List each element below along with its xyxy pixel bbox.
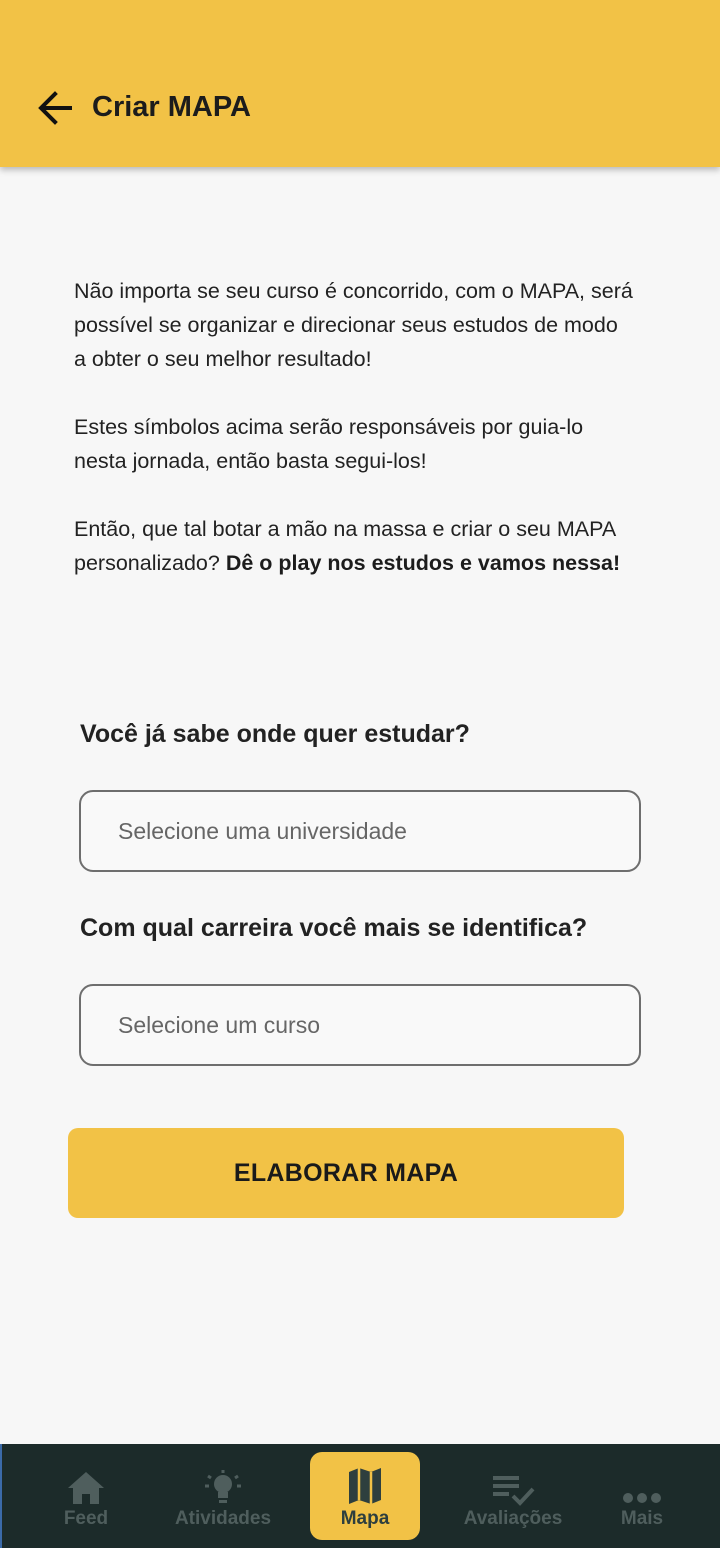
nav-label: Atividades	[174, 1508, 272, 1529]
university-select[interactable]: Selecione uma universidade	[79, 790, 641, 872]
nav-item-mapa[interactable]: Mapa	[310, 1452, 420, 1540]
intro-paragraph: Estes símbolos acima serão responsáveis …	[74, 415, 584, 473]
more-dots-icon	[623, 1493, 661, 1503]
nav-item-mais[interactable]: Mais	[602, 1452, 682, 1540]
nav-label: Mais	[620, 1508, 664, 1529]
nav-label: Mapa	[340, 1508, 390, 1529]
checklist-icon	[493, 1476, 535, 1506]
nav-item-avaliacoes[interactable]: Avaliações	[457, 1452, 569, 1540]
career-placeholder: Selecione um curso	[118, 1012, 320, 1038]
career-question: Com qual carreira você mais se identific…	[80, 914, 588, 942]
map-icon	[349, 1468, 381, 1504]
intro-text-bold: Dê o play nos estudos e vamos nessa!	[225, 551, 621, 575]
arrow-left-icon	[38, 91, 72, 125]
university-question: Você já sabe onde quer estudar?	[80, 720, 470, 748]
nav-item-atividades[interactable]: Atividades	[167, 1452, 279, 1540]
bottom-nav: Feed Atividades Mapa Avaliações Mais	[0, 1444, 720, 1548]
intro-paragraph: Então, que tal botar a mão na massa e cr…	[74, 512, 634, 580]
page-title: Criar MAPA	[92, 91, 251, 123]
nav-label: Feed	[63, 1508, 109, 1529]
intro-paragraph: Não importa se seu curso é concorrido, c…	[74, 279, 633, 371]
nav-label: Avaliações	[463, 1508, 563, 1529]
home-icon	[68, 1472, 104, 1504]
lightbulb-icon	[205, 1470, 241, 1503]
elaborar-mapa-button[interactable]: ELABORAR MAPA	[68, 1128, 624, 1218]
university-placeholder: Selecione uma universidade	[118, 818, 407, 844]
intro-text: Não importa se seu curso é concorrido, c…	[74, 274, 634, 580]
app-bar: Criar MAPA	[0, 0, 720, 167]
nav-item-feed[interactable]: Feed	[42, 1452, 130, 1540]
career-select[interactable]: Selecione um curso	[79, 984, 641, 1066]
back-button[interactable]	[28, 84, 84, 132]
